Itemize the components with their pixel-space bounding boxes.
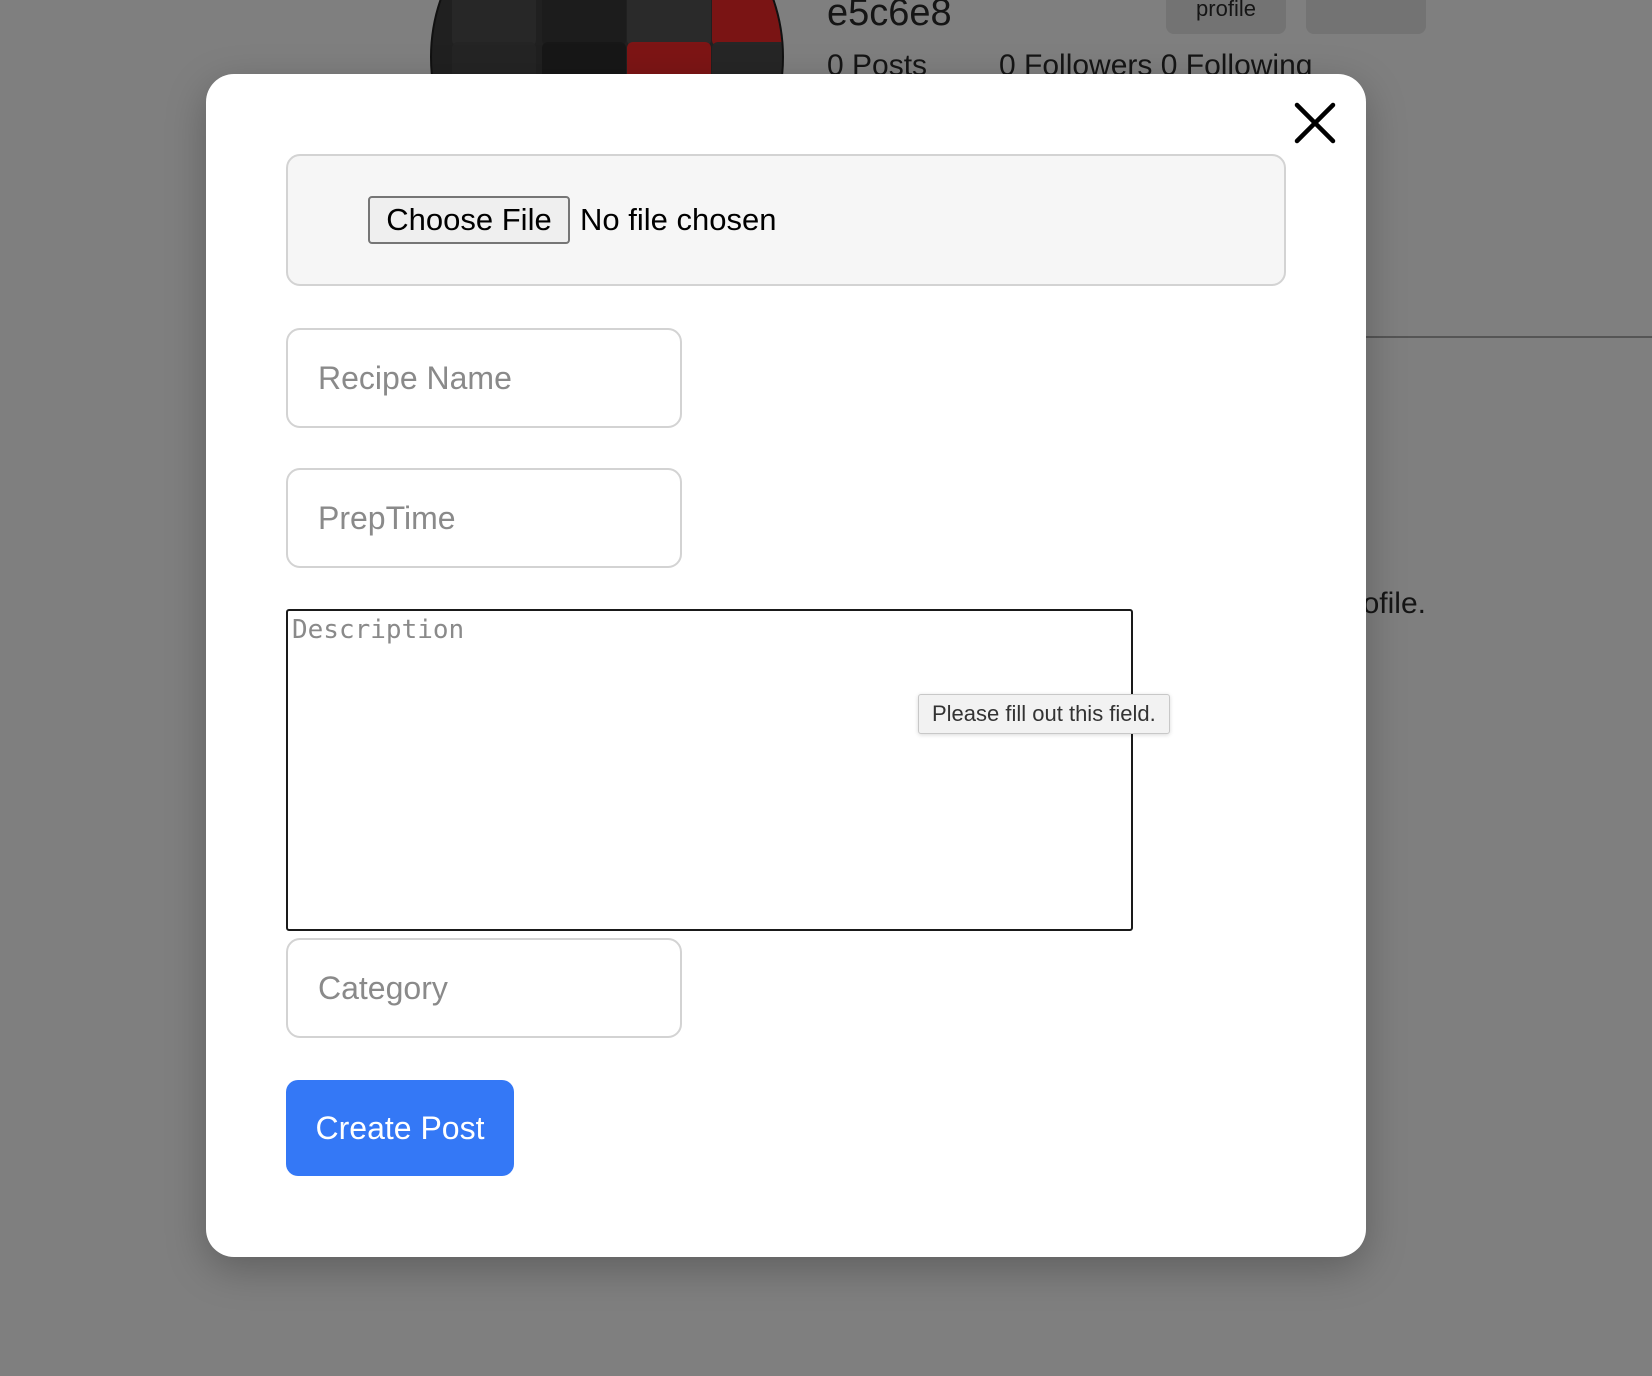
- edit-profile-button: profile: [1166, 0, 1286, 34]
- description-textarea[interactable]: [286, 609, 1133, 931]
- avatar-tile: [452, 0, 536, 46]
- secondary-profile-button: [1306, 0, 1426, 34]
- avatar-tile: [712, 0, 782, 46]
- profile-username: e5c6e8: [827, 0, 952, 34]
- category-input[interactable]: [286, 938, 682, 1038]
- profile-divider: [1365, 336, 1652, 338]
- validation-tooltip: Please fill out this field.: [918, 694, 1170, 734]
- file-upload-area: Choose File No file chosen: [286, 154, 1286, 286]
- avatar-tile: [627, 0, 711, 46]
- create-post-modal: Choose File No file chosen Please fill o…: [206, 74, 1366, 1257]
- prep-time-input[interactable]: [286, 468, 682, 568]
- avatar-tile: [542, 0, 626, 46]
- close-icon: [1294, 102, 1336, 144]
- recipe-name-input[interactable]: [286, 328, 682, 428]
- file-status-text: No file chosen: [580, 202, 777, 237]
- create-post-button[interactable]: Create Post: [286, 1080, 514, 1176]
- close-button[interactable]: [1293, 101, 1337, 145]
- choose-file-button[interactable]: Choose File: [368, 196, 570, 244]
